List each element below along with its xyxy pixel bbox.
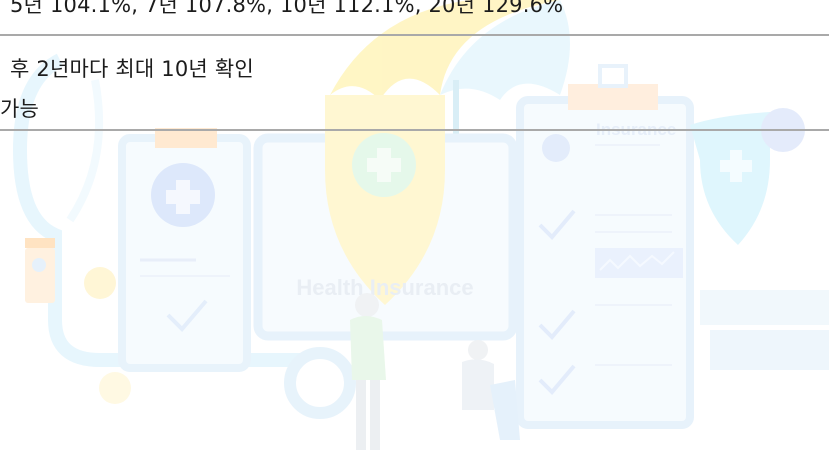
- person-icon: [462, 340, 520, 440]
- badge-text: Health Insurance: [296, 275, 473, 300]
- books-icon: [700, 290, 829, 370]
- table-row-2-line-2: 가능: [0, 97, 40, 121]
- medicine-bottle-icon: [25, 238, 55, 303]
- table-row-2-line-1: 후 2년마다 최대 10년 확인: [10, 57, 254, 81]
- table-divider: [0, 34, 829, 36]
- table-divider: [0, 129, 829, 131]
- clipboard-icon: Insurance: [516, 64, 694, 429]
- clipboard-icon: [118, 128, 251, 372]
- table-row-1-text: 5년 104.1%, 7년 107.8%, 10년 112.1%, 20년 12…: [10, 0, 564, 17]
